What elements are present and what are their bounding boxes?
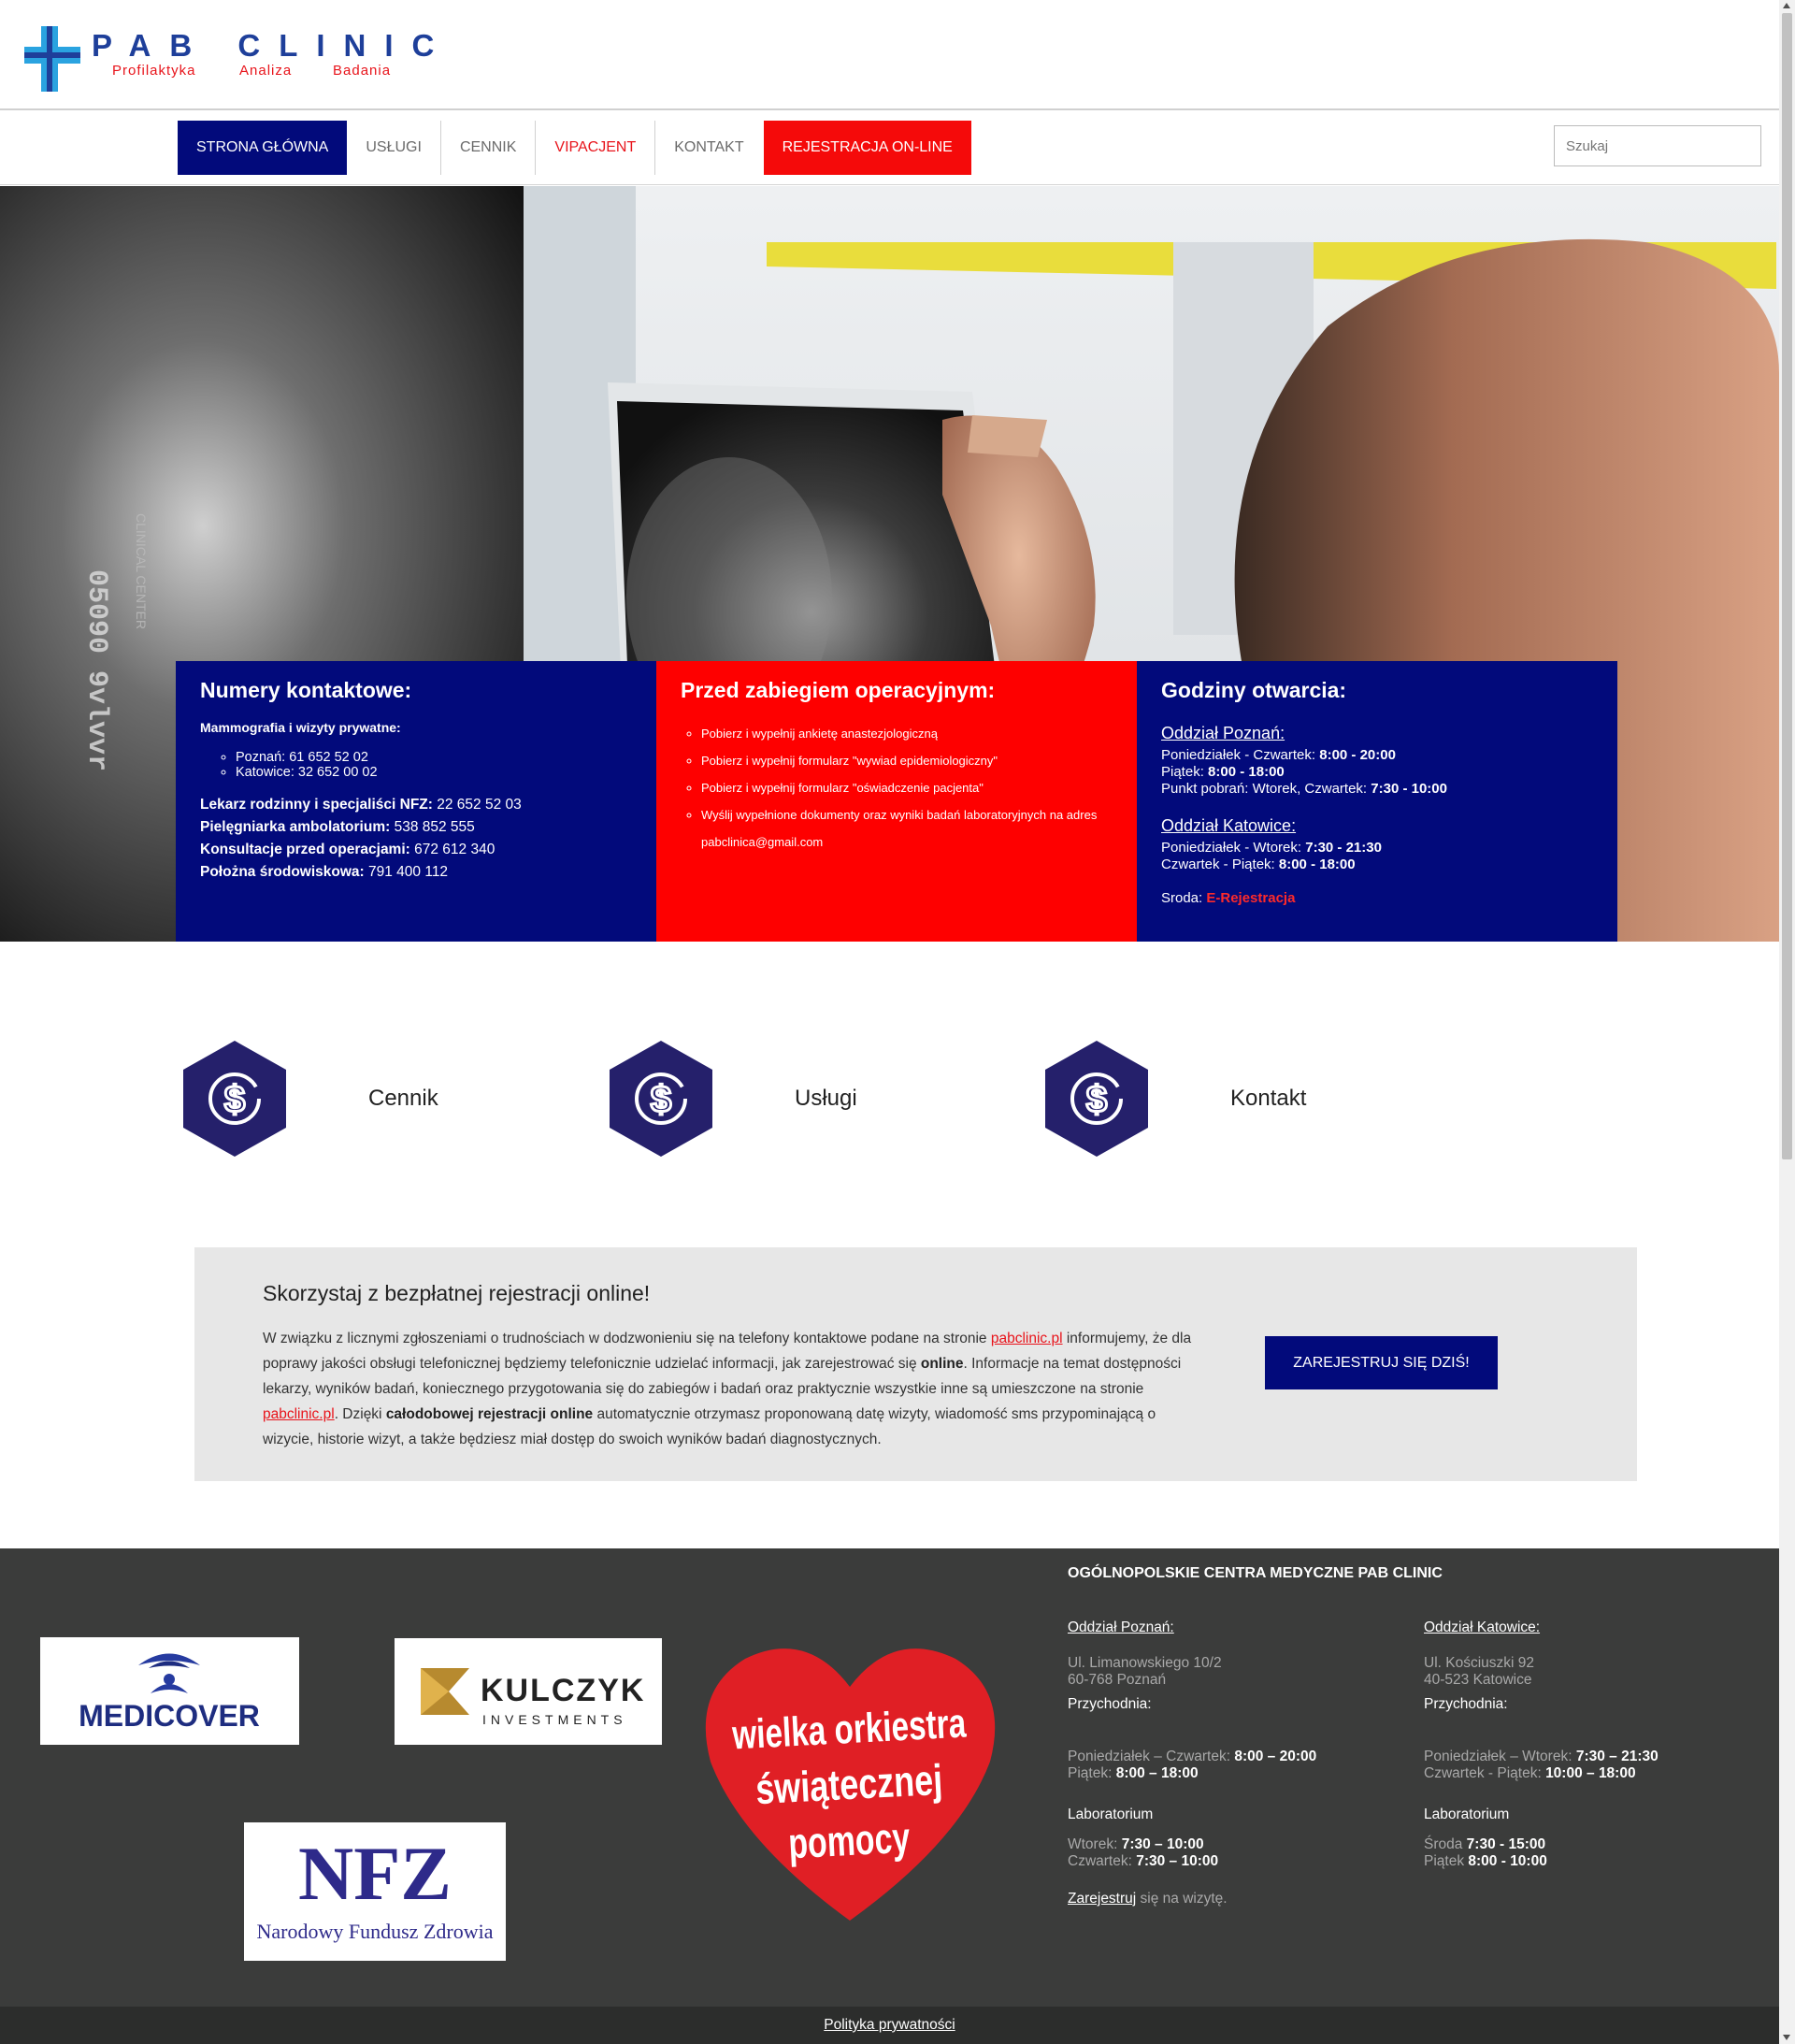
wosp-heart-logo[interactable]: wielka orkiestra świątecznej pomocy [703,1640,998,1921]
svg-text:$: $ [224,1079,245,1120]
surgery-step-link[interactable]: Pobierz i wypełnij ankietę anastezjologi… [701,720,1113,747]
online-registration-section: Skorzystaj z bezpłatnej rejestracji onli… [194,1247,1637,1481]
pabclinic-link[interactable]: pabclinic.pl [991,1331,1063,1346]
hours-box-title: Godziny otwarcia: [1161,678,1347,702]
surgery-step-link[interactable]: Pobierz i wypełnij formularz "oświadczen… [701,774,1113,801]
medicover-logo[interactable]: MEDICOVER [40,1637,299,1745]
dollar-icon: $ [183,1041,286,1157]
footer-branch-name: Oddział Katowice: [1424,1619,1541,1635]
contact-line: Lekarz rodzinny i specjaliści NFZ: 22 65… [200,797,522,813]
hero-image-text: CLINICAL CENTER [134,513,149,629]
city-phone-list: Poznań: 61 652 52 02 Katowice: 32 652 00… [236,750,632,780]
footer-contact-info: OGÓLNOPOLSKIE CENTRA MEDYCZNE PAB CLINIC… [1068,1565,1759,1907]
before-surgery-box: Przed zabiegiem operacyjnym: Pobierz i w… [656,661,1137,942]
svg-text:INVESTMENTS: INVESTMENTS [482,1712,627,1727]
logo[interactable]: PAB CLINIC Profilaktyka Analiza Badania [24,26,436,94]
medical-cross-icon [24,26,80,92]
nav-services[interactable]: USŁUGI [347,121,441,175]
footer-title: OGÓLNOPOLSKIE CENTRA MEDYCZNE PAB CLINIC [1068,1565,1443,1581]
nfz-logo[interactable]: NFZ Narodowy Fundusz Zdrowia [244,1822,506,1961]
svg-text:pomocy: pomocy [787,1813,912,1868]
nav-contact[interactable]: KONTAKT [655,121,762,175]
svg-text:świątecznej: świątecznej [754,1755,943,1813]
svg-text:05090 9vlvvr: 05090 9vlvvr [80,569,112,771]
svg-text:$: $ [1086,1079,1107,1120]
feature-pricing[interactable]: $ Cennik [183,1041,492,1157]
logo-subtitle-2: Analiza [239,63,293,79]
phone-katowice: Katowice: 32 652 00 02 [236,765,632,780]
registration-title: Skorzystaj z bezpłatnej rejestracji onli… [263,1281,651,1305]
nav-pricing[interactable]: CENNIK [441,121,537,175]
logo-title: PAB CLINIC [92,28,453,63]
svg-text:Narodowy Fundusz Zdrowia: Narodowy Fundusz Zdrowia [257,1920,494,1943]
nav-home[interactable]: STRONA GŁÓWNA [178,121,348,175]
opening-hours-box: Godziny otwarcia: Oddział Poznań: Ponied… [1137,661,1617,942]
site-header: PAB CLINIC Profilaktyka Analiza Badania [0,0,1779,110]
pabclinic-link[interactable]: pabclinic.pl [263,1406,335,1422]
page: PAB CLINIC Profilaktyka Analiza Badania … [0,0,1795,2044]
nav-online-registration[interactable]: REJESTRACJA ON-LINE [763,121,971,175]
contact-line: Pielęgniarka ambolatorium: 538 852 555 [200,819,475,835]
footer-katowice: Oddział Katowice: Ul. Kościuszki 92 40-5… [1424,1619,1760,1870]
svg-text:NFZ: NFZ [298,1831,452,1916]
svg-text:$: $ [651,1079,671,1120]
privacy-policy-link[interactable]: Polityka prywatności [824,2017,955,2034]
feature-contact[interactable]: $ Kontakt [1045,1041,1354,1157]
contact-line: Położna środowiskowa: 791 400 112 [200,864,449,880]
dollar-icon: $ [1045,1041,1148,1157]
search-input[interactable] [1554,125,1761,166]
branch-katowice-heading: Oddział Katowice: [1161,816,1297,835]
scroll-down-arrow-icon[interactable] [1783,2035,1790,2040]
branch-poznan-heading: Oddział Poznań: [1161,724,1285,742]
feature-label: Kontakt [1230,1086,1307,1111]
contact-box-title: Numery kontaktowe: [200,678,412,702]
scrollbar-thumb[interactable] [1782,13,1792,1159]
surgery-step-text: Wyślij wypełnione dokumenty oraz wyniki … [701,801,1113,856]
e-registration-link[interactable]: E-Rejestracja [1206,890,1295,906]
footer-poznan: Oddział Poznań: Ul. Limanowskiego 10/2 6… [1068,1619,1404,1907]
contact-box-subtitle: Mammografia i wizyty prywatne: [200,720,401,735]
scroll-up-arrow-icon[interactable] [1783,3,1790,8]
page-scrollbar[interactable] [1779,0,1795,2044]
kulczyk-logo[interactable]: KULCZYK INVESTMENTS [395,1638,662,1745]
svg-text:MEDICOVER: MEDICOVER [79,1699,260,1733]
svg-text:KULCZYK: KULCZYK [481,1673,645,1708]
contact-line: Konsultacje przed operacjami: 672 612 34… [200,842,495,857]
feature-label: Cennik [368,1086,438,1111]
dollar-icon: $ [610,1041,712,1157]
surgery-box-title: Przed zabiegiem operacyjnym: [681,678,996,702]
site-footer: MEDICOVER KULCZYK INVESTMENTS NFZ Narodo… [0,1548,1779,2007]
register-visit-link[interactable]: Zarejestruj [1068,1891,1136,1907]
main-nav: STRONA GŁÓWNA USŁUGI CENNIK VIPACJENT KO… [0,112,1779,185]
feature-label: Usługi [795,1086,857,1111]
logo-subtitle-1: Profilaktyka [112,63,196,79]
surgery-step-link[interactable]: Pobierz i wypełnij formularz "wywiad epi… [701,747,1113,774]
footer-bottom-bar: Polityka prywatności [0,2007,1779,2044]
footer-branch-name: Oddział Poznań: [1068,1619,1174,1635]
register-today-button[interactable]: ZAREJESTRUJ SIĘ DZIŚ! [1265,1336,1498,1389]
logo-subtitle-3: Badania [333,63,392,79]
nav-vip-patient[interactable]: VIPACJENT [536,121,656,175]
surgery-steps-list: Pobierz i wypełnij ankietę anastezjologi… [701,720,1113,856]
phone-poznan: Poznań: 61 652 52 02 [236,750,632,765]
contact-numbers-box: Numery kontaktowe: Mammografia i wizyty … [176,661,656,942]
feature-services[interactable]: $ Usługi [610,1041,918,1157]
registration-text: W związku z licznymi zgłoszeniami o trud… [263,1331,1192,1447]
